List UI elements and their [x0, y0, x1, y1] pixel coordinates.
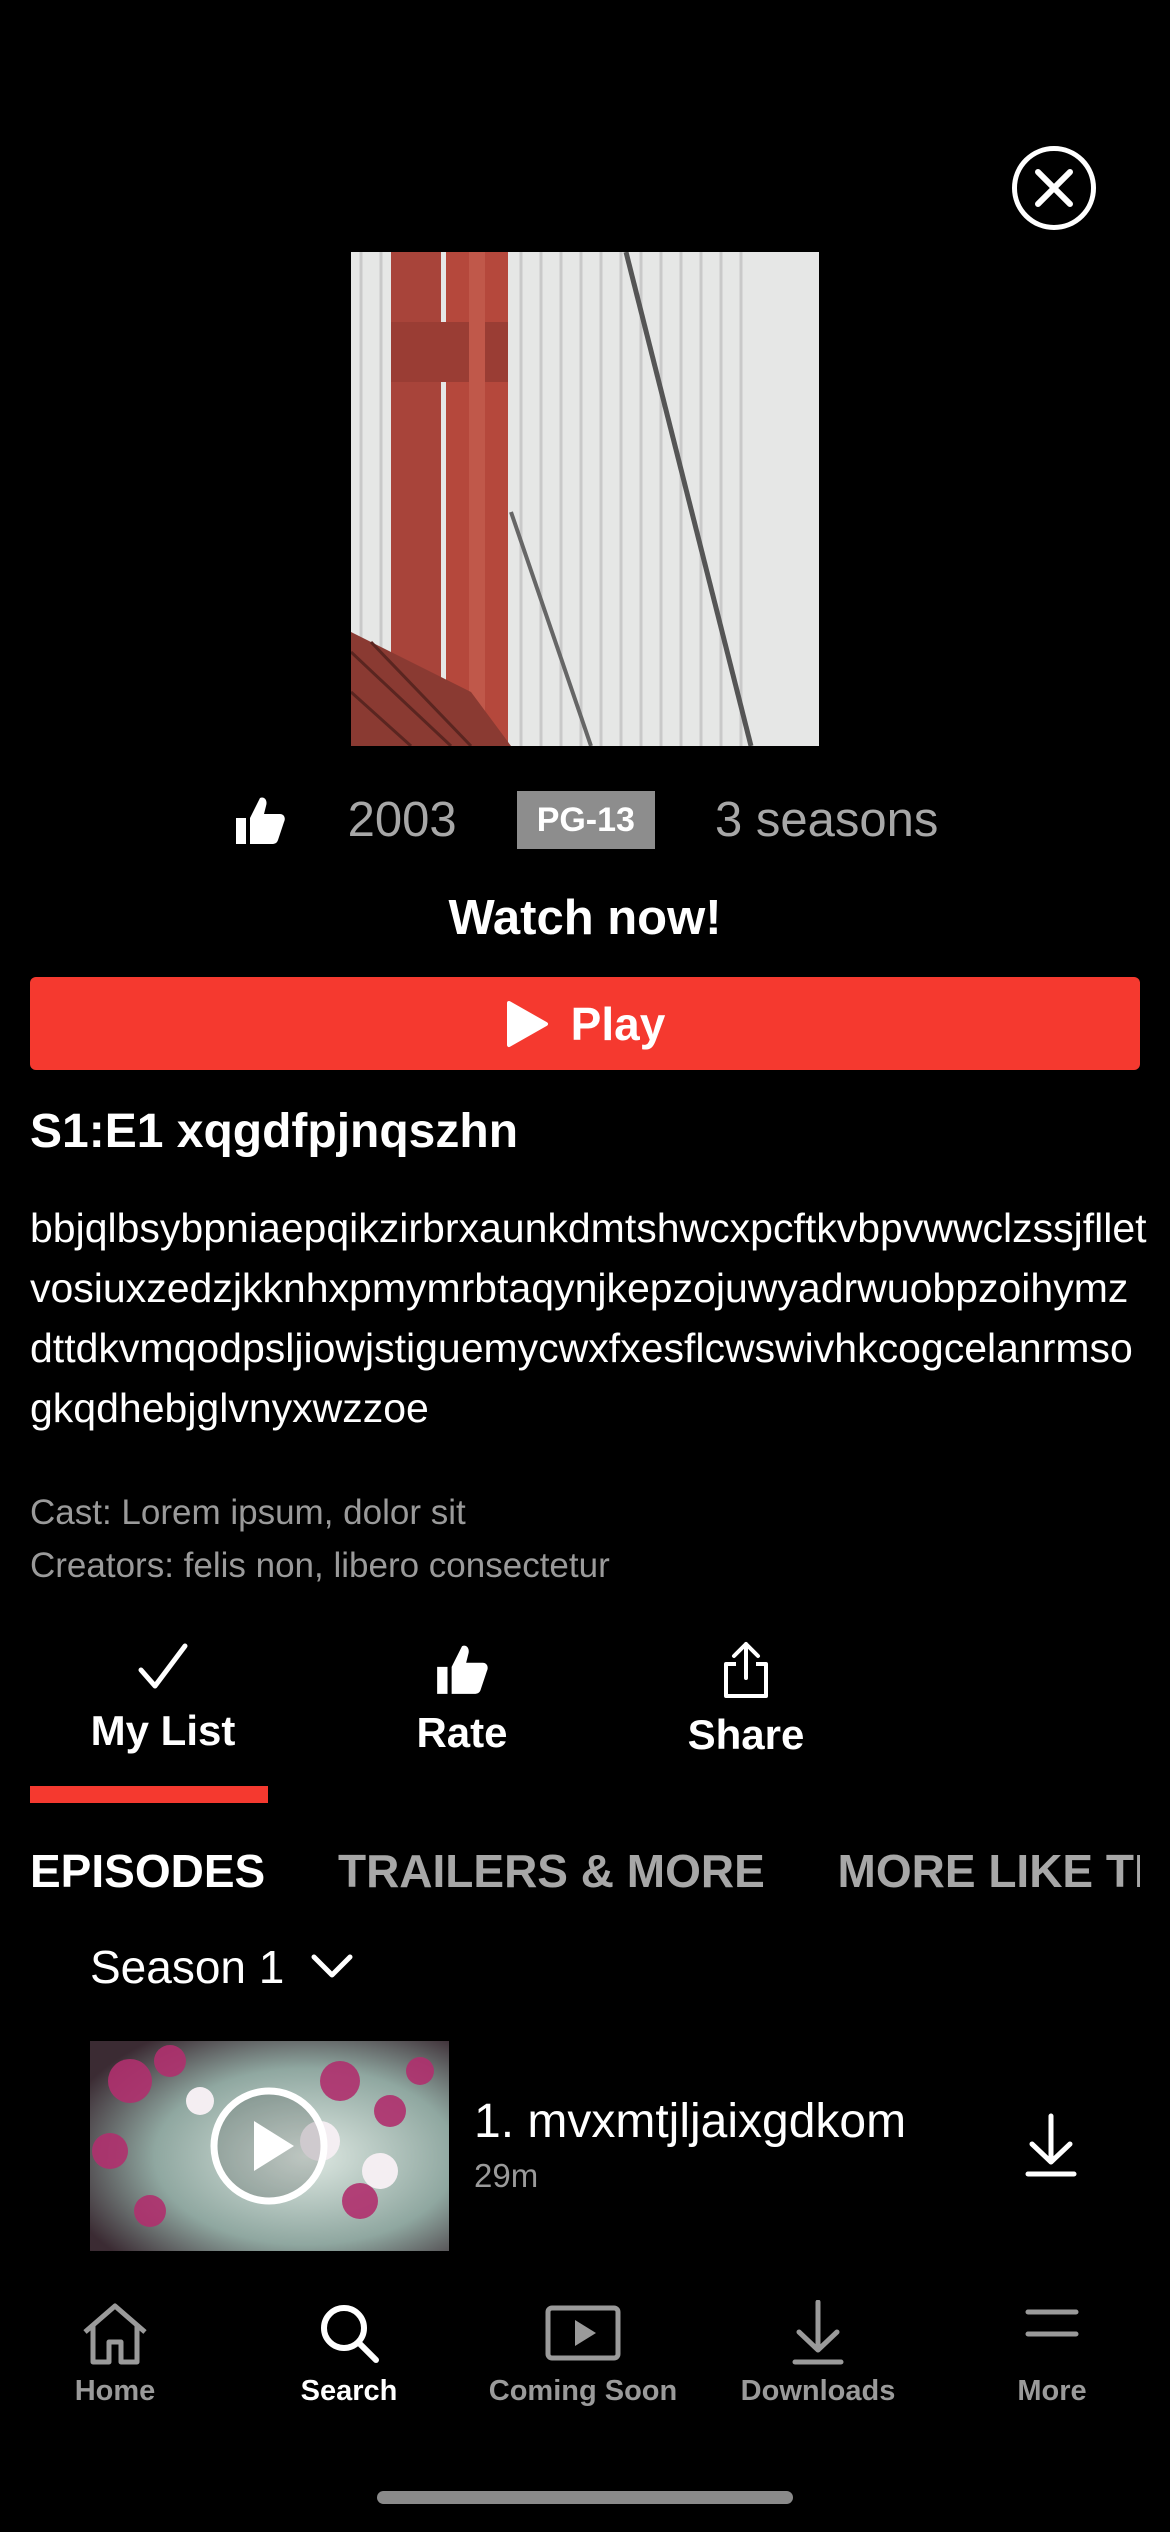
season-count: 3 seasons — [714, 793, 939, 847]
chevron-down-icon — [311, 1954, 353, 1978]
content-tabs: EPISODES TRAILERS & MORE MORE LIKE THIS — [30, 1844, 1140, 1904]
download-icon — [1025, 2113, 1077, 2177]
thumbs-up-icon — [437, 1645, 488, 1694]
release-year: 2003 — [347, 793, 457, 847]
episode-description: bbjqlbsybpniaepqikzirbrxaunkdmtshwcxpcft… — [30, 1205, 1147, 1431]
play-button[interactable]: Play — [30, 977, 1140, 1070]
play-label: Play — [570, 997, 666, 1050]
tab-episodes[interactable]: EPISODES — [30, 1845, 265, 1897]
title-poster — [351, 252, 819, 746]
more-icon — [1025, 2309, 1079, 2337]
tab-more[interactable]: More — [952, 2300, 1152, 2408]
search-icon — [321, 2305, 379, 2363]
home-icon — [83, 2303, 147, 2365]
episode-name[interactable]: 1. mvxmtjljaixgdkom — [474, 2094, 906, 2149]
my-list-button[interactable]: My List — [45, 1640, 281, 1755]
tab-trailers-and-more[interactable]: TRAILERS & MORE — [338, 1845, 765, 1897]
check-icon — [138, 1643, 188, 1689]
tab-more-like-this[interactable]: MORE LIKE THIS — [838, 1845, 1140, 1897]
tab-home[interactable]: Home — [15, 2300, 215, 2408]
tab-home-label: Home — [74, 2375, 156, 2407]
maturity-rating-badge: PG-13 — [516, 791, 655, 849]
season-label: Season 1 — [90, 1941, 285, 1993]
thumbs-up-icon — [235, 797, 285, 844]
play-icon — [506, 1000, 548, 1047]
tab-downloads[interactable]: Downloads — [718, 2299, 918, 2408]
share-icon — [724, 1642, 768, 1698]
season-selector[interactable]: Season 1 — [90, 1940, 354, 1994]
tab-search[interactable]: Search — [249, 2300, 449, 2408]
episode-thumbnail[interactable] — [90, 2041, 449, 2251]
close-icon — [1035, 169, 1073, 207]
tab-coming-soon-label: Coming Soon — [488, 2375, 678, 2407]
download-button[interactable] — [1022, 2112, 1080, 2178]
tab-coming-soon[interactable]: Coming Soon — [483, 2300, 683, 2408]
share-button[interactable]: Share — [628, 1640, 864, 1759]
rate-button[interactable]: Rate — [344, 1640, 580, 1757]
creators-line: Creators: felis non, libero consectetur — [30, 1546, 610, 1585]
downloads-icon — [792, 2299, 844, 2365]
my-list-underline — [30, 1786, 268, 1803]
episode-duration: 29m — [474, 2157, 539, 2194]
play-overlay-icon — [210, 2087, 328, 2205]
tab-more-label: More — [1017, 2375, 1087, 2407]
episode-heading: S1:E1 xqgdfpjnqszhn — [30, 1105, 519, 1158]
cast-line: Cast: Lorem ipsum, dolor sit — [30, 1493, 466, 1532]
tab-search-label: Search — [300, 2375, 398, 2407]
home-indicator — [377, 2491, 793, 2504]
rate-label: Rate — [416, 1709, 508, 1756]
share-label: Share — [687, 1711, 805, 1758]
watch-now-label: Watch now! — [448, 891, 722, 945]
tab-downloads-label: Downloads — [740, 2375, 896, 2407]
title-meta-row: 2003 PG-13 3 seasons — [0, 788, 1170, 852]
close-button[interactable] — [1012, 146, 1096, 230]
my-list-label: My List — [90, 1707, 236, 1754]
coming-soon-icon — [545, 2305, 621, 2361]
credits: Cast: Lorem ipsum, dolor sit Creators: f… — [30, 1486, 610, 1592]
